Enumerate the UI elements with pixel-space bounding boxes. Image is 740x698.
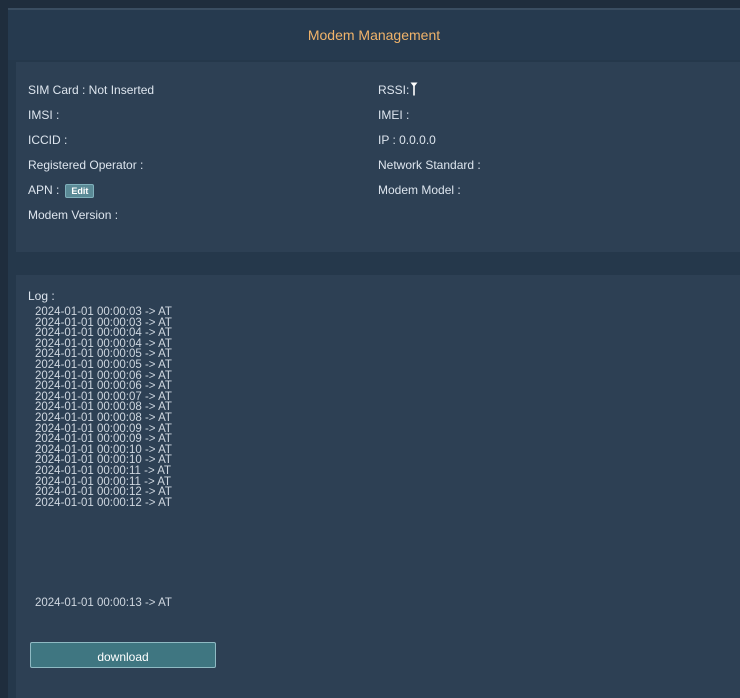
log-line-latest: 2024-01-01 00:00:13 -> AT bbox=[35, 597, 172, 609]
rssi-label: RSSI: bbox=[378, 83, 410, 97]
iccid-field: ICCID : bbox=[28, 133, 68, 147]
network-standard-field: Network Standard : bbox=[378, 158, 481, 172]
log-line: 2024-01-01 00:00:03 -> AT bbox=[35, 306, 172, 318]
modem-version-field: Modem Version : bbox=[28, 208, 119, 222]
log-panel: Log : 2024-01-01 00:00:03 -> AT 2024-01-… bbox=[16, 275, 740, 698]
imei-field: IMEI : bbox=[378, 108, 410, 122]
imsi-field: IMSI : bbox=[28, 108, 60, 122]
apn-edit-button[interactable]: Edit bbox=[65, 183, 95, 198]
log-list: 2024-01-01 00:00:03 -> AT 2024-01-01 00:… bbox=[35, 306, 172, 509]
apn-label: APN : bbox=[28, 183, 60, 197]
modem-info-panel: SIM Card : Not Inserted RSSI: IMSI : IME… bbox=[16, 62, 740, 252]
log-line: 2024-01-01 00:00:12 -> AT bbox=[35, 496, 172, 509]
app-frame: Modem Management SIM Card : Not Inserted… bbox=[8, 8, 740, 698]
registered-operator-field: Registered Operator : bbox=[28, 158, 144, 172]
antenna-icon bbox=[410, 82, 418, 96]
log-line: 2024-01-01 00:00:05 -> AT bbox=[35, 358, 172, 371]
apn-field: APN : Edit bbox=[28, 181, 95, 199]
log-line: 2024-01-01 00:00:08 -> AT bbox=[35, 411, 172, 424]
log-line: 2024-01-01 00:00:11 -> AT bbox=[35, 464, 172, 477]
modem-model-field: Modem Model : bbox=[378, 183, 461, 197]
page-title: Modem Management bbox=[307, 27, 441, 43]
sim-card-status: SIM Card : Not Inserted bbox=[28, 83, 155, 97]
log-label: Log : bbox=[28, 289, 55, 303]
ip-field: IP : 0.0.0.0 bbox=[378, 133, 436, 147]
download-button[interactable]: download bbox=[30, 642, 216, 668]
rssi-field: RSSI: bbox=[378, 81, 418, 99]
header-bar: Modem Management bbox=[8, 8, 740, 60]
